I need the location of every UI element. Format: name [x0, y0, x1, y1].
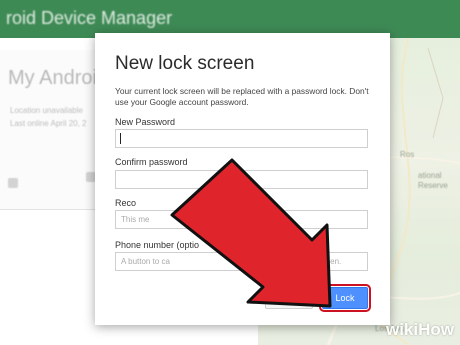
recovery-message-label-tail: ation [208, 198, 228, 208]
confirm-password-field[interactable] [115, 170, 368, 189]
recovery-message-field[interactable] [115, 210, 368, 229]
watermark-prefix: wiki [385, 320, 419, 339]
text-caret [120, 133, 121, 144]
phone-number-label: Phone number (optio [115, 240, 200, 250]
device-last-online: Last online April 20, 2 [10, 119, 87, 128]
device-location-status: Location unavailable [10, 106, 83, 115]
map-label: Reserve [418, 181, 448, 190]
app-title: roid Device Manager [6, 8, 173, 28]
device-name: My Android [8, 67, 109, 89]
ring-icon [8, 178, 18, 188]
cancel-button[interactable]: Cancel [265, 287, 313, 309]
watermark-suffix: How [418, 320, 454, 339]
new-lock-screen-dialog: New lock screen Your current lock screen… [95, 33, 390, 325]
new-password-label: New Password [115, 117, 176, 127]
wikihow-watermark: wikiHow [386, 320, 454, 340]
phone-placeholder-tail: reen. [323, 257, 342, 266]
map-label: Ros [400, 150, 415, 159]
confirm-password-label: Confirm password [115, 157, 188, 167]
dialog-description: Your current lock screen will be replace… [115, 86, 369, 107]
map-label: ational [418, 171, 442, 180]
new-password-field[interactable] [115, 129, 368, 148]
dialog-title: New lock screen [115, 53, 255, 74]
recovery-message-label: Reco [115, 198, 137, 208]
lock-button[interactable]: Lock [319, 284, 371, 312]
